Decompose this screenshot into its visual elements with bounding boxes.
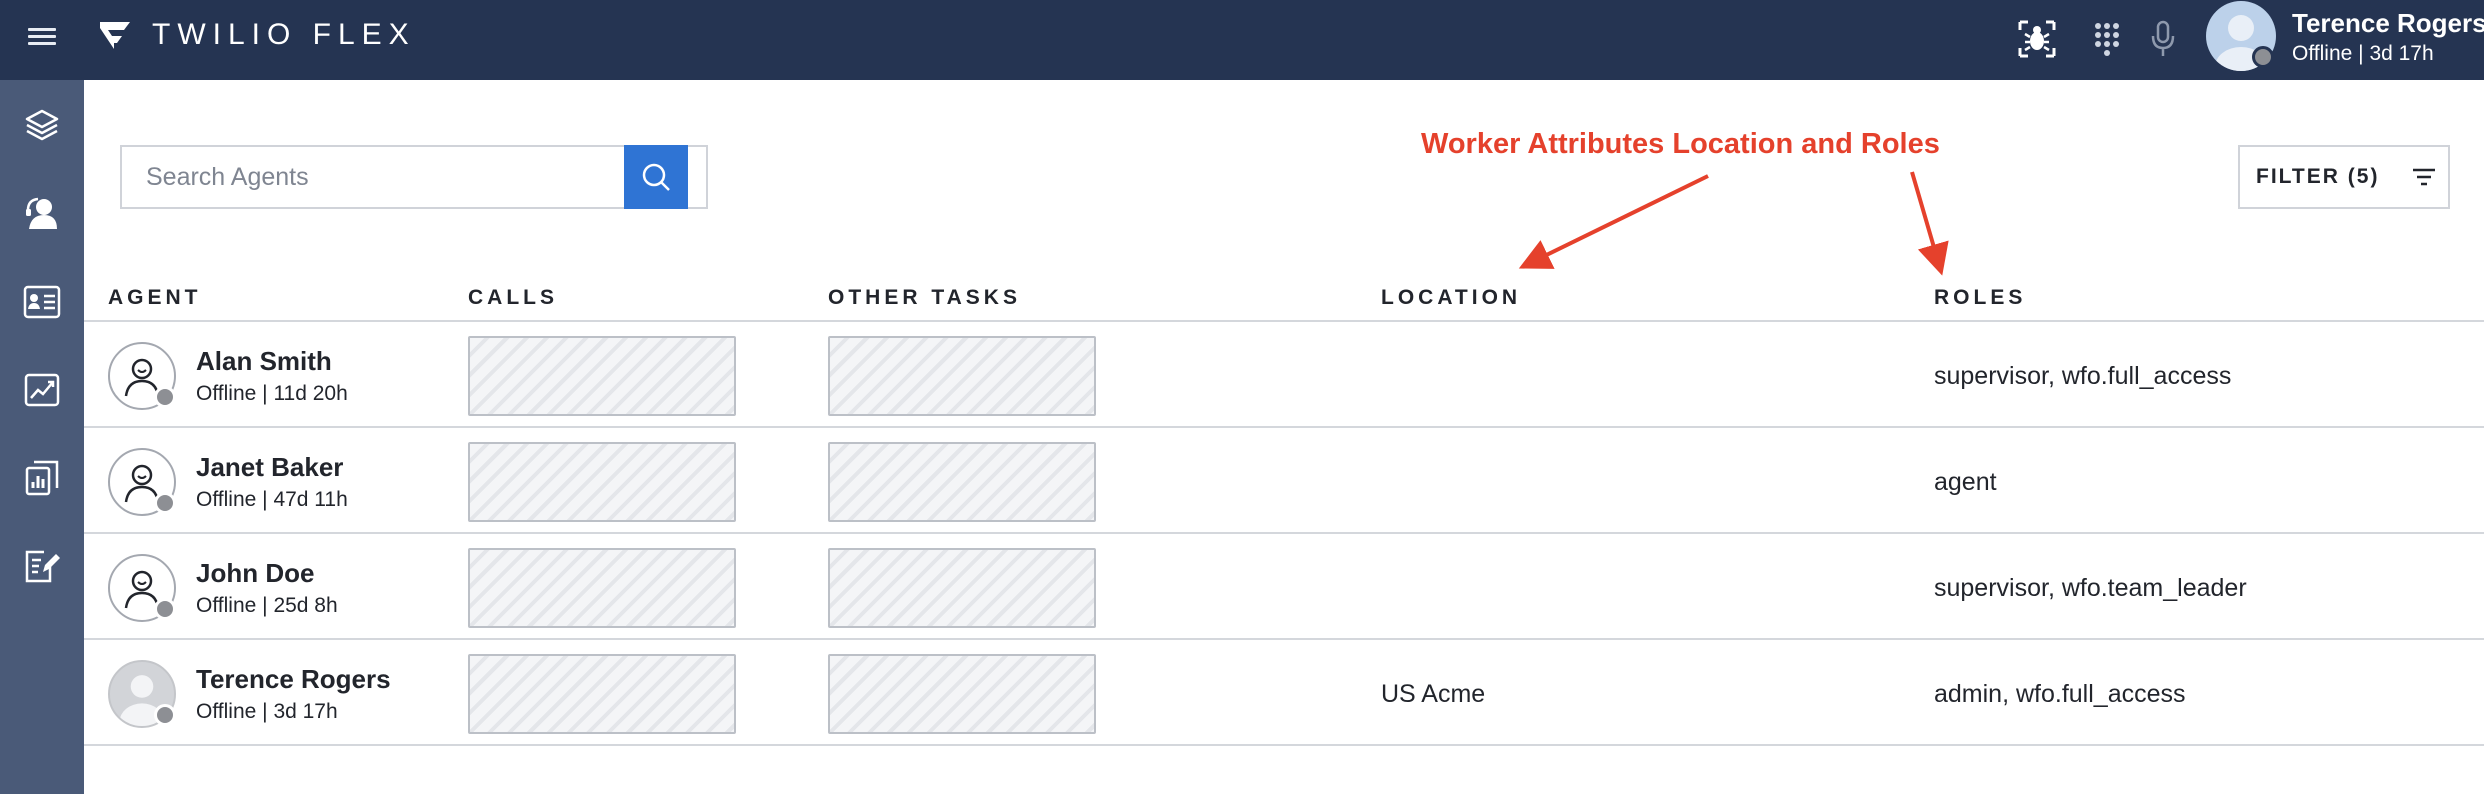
queues-icon	[23, 285, 61, 319]
other-tasks-placeholder	[828, 548, 1096, 628]
brand-text: TWILIO FLEX	[152, 18, 416, 51]
filter-icon	[2413, 168, 2436, 186]
calls-placeholder	[468, 336, 736, 416]
sidebar-item-edit[interactable]	[0, 536, 84, 596]
table-row[interactable]: Terence Rogers Offline | 3d 17h US Acme …	[84, 640, 2484, 746]
sidebar-item-agents[interactable]	[0, 184, 84, 244]
column-header-calls[interactable]: CALLS	[468, 286, 558, 310]
agents-view: Worker Attributes Location and Roles FIL…	[84, 80, 2484, 794]
analytics-icon	[24, 373, 60, 407]
agent-status-dot	[154, 704, 176, 726]
agent-status: Offline | 47d 11h	[196, 488, 348, 511]
agent-status: Offline | 3d 17h	[196, 700, 338, 723]
search-input[interactable]	[120, 145, 708, 209]
column-header-location[interactable]: LOCATION	[1381, 286, 1521, 310]
table-row[interactable]: Alan Smith Offline | 11d 20h supervisor,…	[84, 322, 2484, 428]
agent-roles: supervisor, wfo.full_access	[1934, 362, 2232, 390]
annotation-text: Worker Attributes Location and Roles	[1421, 128, 1940, 160]
sidebar	[0, 80, 84, 794]
agent-location: US Acme	[1381, 680, 1486, 708]
dialpad-icon[interactable]	[2084, 16, 2130, 62]
debug-icon[interactable]	[2014, 16, 2060, 62]
table-row[interactable]: Janet Baker Offline | 47d 11h agent	[84, 428, 2484, 534]
user-status-dot	[2252, 46, 2274, 68]
agent-roles: supervisor, wfo.team_leader	[1934, 574, 2247, 602]
twilio-flex-logo-icon	[100, 22, 130, 49]
agent-status: Offline | 25d 8h	[196, 594, 338, 617]
sidebar-item-layers[interactable]	[0, 96, 84, 156]
agent-roles: agent	[1934, 468, 1997, 496]
calls-placeholder	[468, 548, 736, 628]
column-header-agent[interactable]: AGENT	[108, 286, 202, 310]
agent-status-dot	[154, 386, 176, 408]
agent-status-dot	[154, 492, 176, 514]
brand: TWILIO FLEX	[98, 18, 416, 52]
column-header-other-tasks[interactable]: OTHER TASKS	[828, 286, 1021, 310]
calls-placeholder	[468, 654, 736, 734]
agent-roles: admin, wfo.full_access	[1934, 680, 2186, 708]
user-name: Terence Rogers	[2292, 8, 2484, 38]
top-bar: TWILIO FLEX Terence Rogers Offline | 3d …	[0, 0, 2484, 80]
other-tasks-placeholder	[828, 442, 1096, 522]
agent-name: Terence Rogers	[196, 664, 391, 694]
layers-icon	[25, 109, 59, 141]
calls-placeholder	[468, 442, 736, 522]
agent-name: John Doe	[196, 558, 315, 588]
user-status: Offline | 3d 17h	[2292, 42, 2434, 65]
reports-icon	[25, 460, 59, 496]
other-tasks-placeholder	[828, 654, 1096, 734]
agent-name: Janet Baker	[196, 452, 344, 482]
roles-arrow	[1910, 171, 1949, 276]
menu-icon[interactable]	[28, 24, 56, 52]
sidebar-item-analytics[interactable]	[0, 360, 84, 420]
search-icon	[642, 163, 670, 191]
microphone-icon[interactable]	[2140, 16, 2186, 62]
column-header-roles[interactable]: ROLES	[1934, 286, 2026, 310]
other-tasks-placeholder	[828, 336, 1096, 416]
filter-button[interactable]: FILTER (5)	[2238, 145, 2450, 209]
agent-status-dot	[154, 598, 176, 620]
filter-label: FILTER (5)	[2256, 165, 2380, 188]
sidebar-item-queues[interactable]	[0, 272, 84, 332]
sidebar-item-reports[interactable]	[0, 448, 84, 508]
location-arrow	[1518, 174, 1709, 269]
agents-icon	[26, 197, 57, 229]
table-row[interactable]: John Doe Offline | 25d 8h supervisor, wf…	[84, 534, 2484, 640]
agent-status: Offline | 11d 20h	[196, 382, 348, 405]
edit-document-icon	[25, 550, 60, 583]
search-button[interactable]	[624, 145, 688, 209]
agent-name: Alan Smith	[196, 346, 332, 376]
